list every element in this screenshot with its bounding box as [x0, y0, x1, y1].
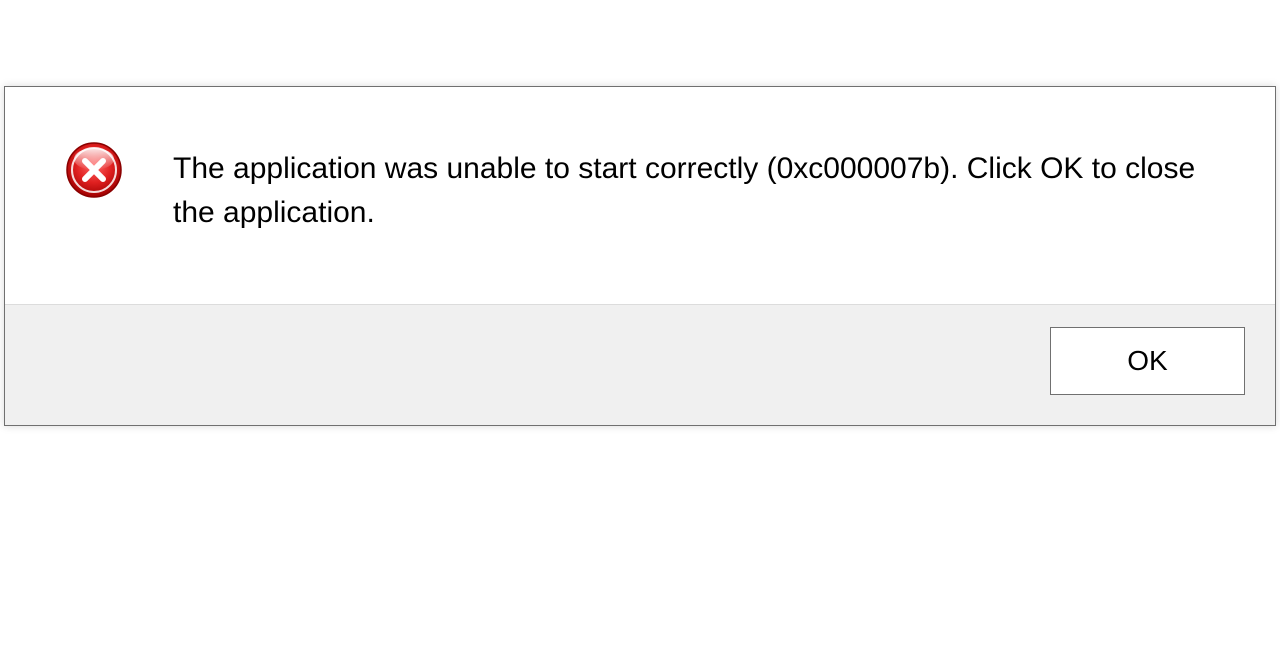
dialog-body: The application was unable to start corr…: [5, 87, 1275, 304]
dialog-footer: OK: [5, 304, 1275, 425]
dialog-message: The application was unable to start corr…: [173, 147, 1213, 234]
ok-button[interactable]: OK: [1050, 327, 1245, 395]
error-dialog: The application was unable to start corr…: [4, 86, 1276, 426]
error-icon: [65, 141, 123, 204]
